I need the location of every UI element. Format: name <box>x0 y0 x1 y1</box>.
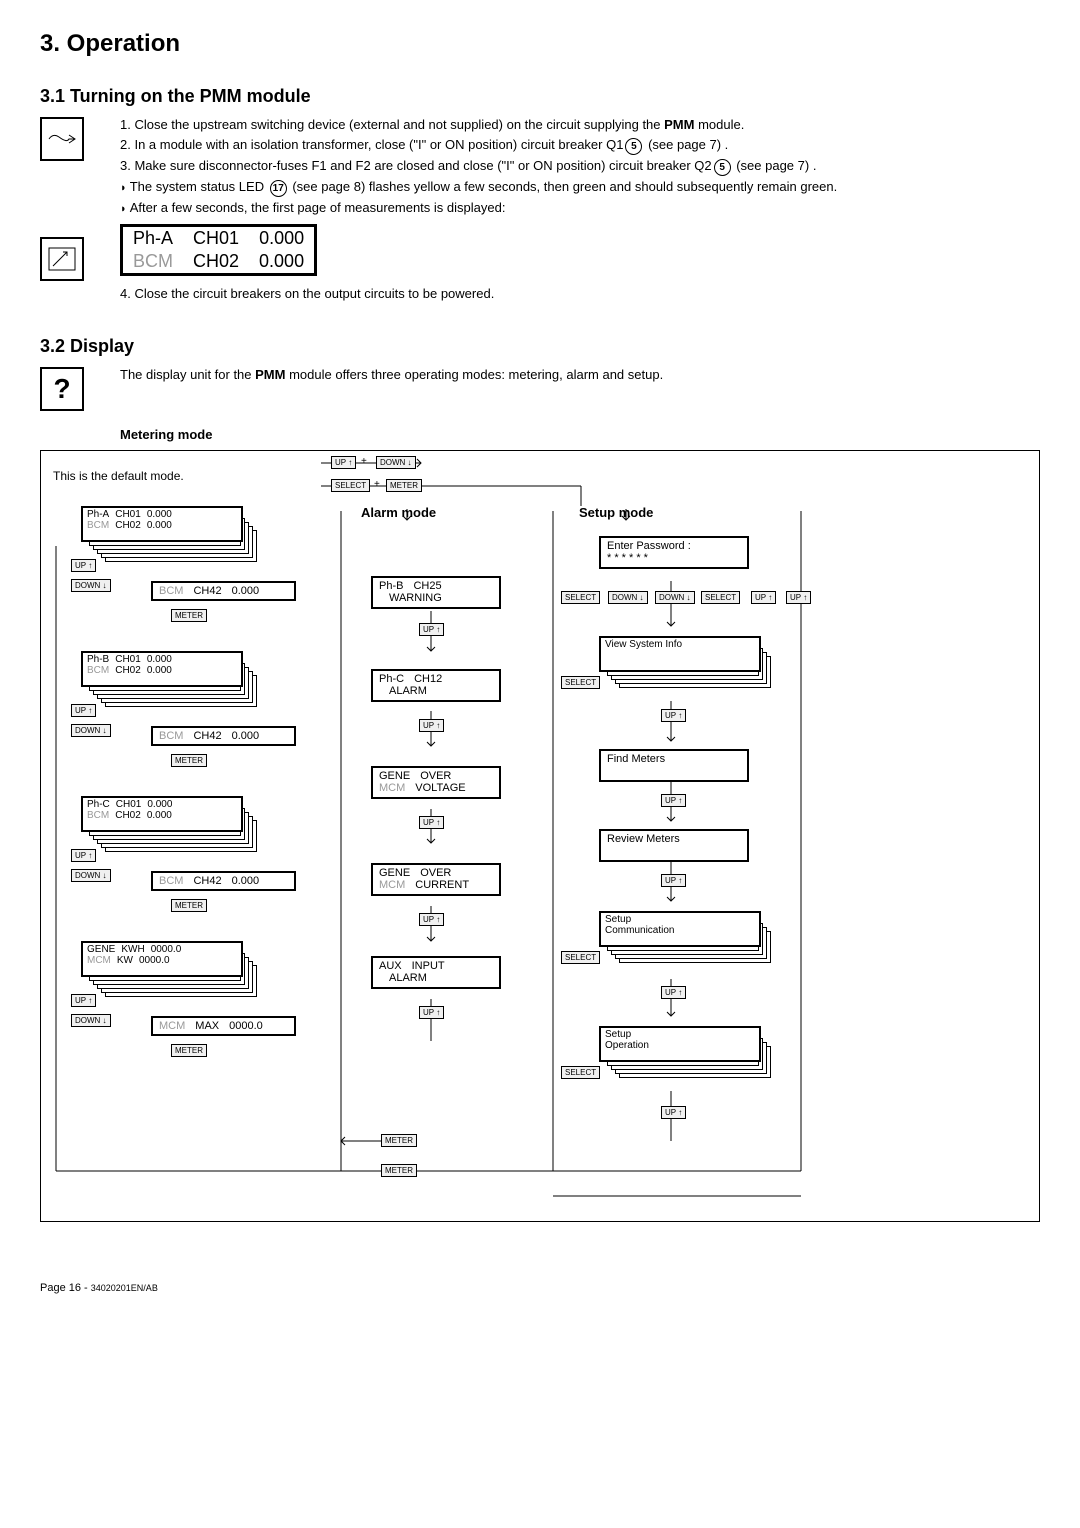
plus-label: + <box>374 479 380 490</box>
select-button: SELECT <box>561 1066 600 1079</box>
screen-metering-phb: Ph-BCH010.000 BCMCH020.000 <box>81 651 243 687</box>
screen-alarm-aux: AUXINPUT ALARM <box>371 956 501 989</box>
meter-button: METER <box>171 899 207 912</box>
screen-setup-reviewmeters: Review Meters <box>599 829 749 862</box>
setup-mode-label: Setup mode <box>579 505 653 520</box>
up-button: UP ↑ <box>751 591 776 604</box>
up-button: UP ↑ <box>661 986 686 999</box>
display-icon <box>40 237 84 281</box>
bullet-1: The system status LED 17 (see page 8) fl… <box>120 179 1040 197</box>
svg-text:?: ? <box>53 374 70 404</box>
up-button: UP ↑ <box>786 591 811 604</box>
up-button: UP ↑ <box>419 816 444 829</box>
select-button: SELECT <box>331 479 370 492</box>
section-3-2-heading: 3.2 Display <box>40 336 1040 357</box>
screen-setup-password: Enter Password : * * * * * * <box>599 536 749 569</box>
screen-setup-sysinfo: View System Info <box>599 636 761 672</box>
step-4: 4. Close the circuit breakers on the out… <box>120 286 1040 303</box>
screen-metering-gene: GENEKWH0000.0 MCMKW0000.0 <box>81 941 243 977</box>
up-button: UP ↑ <box>661 1106 686 1119</box>
step-1: 1. Close the upstream switching device (… <box>120 117 1040 134</box>
down-button: DOWN ↓ <box>376 456 416 469</box>
bullet-2: After a few seconds, the first page of m… <box>120 200 1040 217</box>
lcd-example: Ph-ACH010.000 BCMCH020.000 <box>120 224 317 276</box>
meter-button: METER <box>381 1164 417 1177</box>
metering-default-note: This is the default mode. <box>53 469 184 483</box>
alarm-mode-label: Alarm mode <box>361 505 436 520</box>
select-button: SELECT <box>561 951 600 964</box>
help-icon: ? <box>40 367 84 411</box>
screen-setup-comm: SetupCommunication <box>599 911 761 947</box>
screen-metering-phc-last: BCMCH420.000 <box>151 871 296 892</box>
up-button: UP ↑ <box>419 623 444 636</box>
screen-alarm-overvoltage: GENEOVER MCMVOLTAGE <box>371 766 501 799</box>
page-footer: Page 16 - 34020201EN/AB <box>40 1282 1040 1294</box>
up-button: UP ↑ <box>419 913 444 926</box>
select-button: SELECT <box>561 591 600 604</box>
plus-label: + <box>361 456 367 467</box>
note-icon <box>40 117 84 161</box>
down-button: DOWN ↓ <box>71 579 111 592</box>
screen-metering-gene-last: MCMMAX0000.0 <box>151 1016 296 1037</box>
up-button: UP ↑ <box>661 874 686 887</box>
meter-button: METER <box>171 609 207 622</box>
up-button: UP ↑ <box>661 794 686 807</box>
down-button: DOWN ↓ <box>71 724 111 737</box>
select-button: SELECT <box>561 676 600 689</box>
up-button: UP ↑ <box>71 994 96 1007</box>
meter-button: METER <box>171 1044 207 1057</box>
up-button: UP ↑ <box>419 719 444 732</box>
metering-mode-label: Metering mode <box>120 427 1040 442</box>
screen-alarm-alarm: Ph-CCH12 ALARM <box>371 669 501 702</box>
meter-button: METER <box>386 479 422 492</box>
up-button: UP ↑ <box>331 456 356 469</box>
meter-button: METER <box>381 1134 417 1147</box>
flow-diagram: This is the default mode. UP ↑ + DOWN ↓ … <box>40 450 1040 1222</box>
down-button: DOWN ↓ <box>71 1014 111 1027</box>
up-button: UP ↑ <box>419 1006 444 1019</box>
screen-setup-findmeters: Find Meters <box>599 749 749 782</box>
screen-metering-phb-last: BCMCH420.000 <box>151 726 296 747</box>
step-3: 3. Make sure disconnector-fuses F1 and F… <box>120 158 1040 176</box>
screen-metering-pha: Ph-ACH010.000 BCMCH020.000 <box>81 506 243 542</box>
select-button: SELECT <box>701 591 740 604</box>
down-button: DOWN ↓ <box>608 591 648 604</box>
screen-alarm-warning: Ph-BCH25 WARNING <box>371 576 501 609</box>
up-button: UP ↑ <box>71 559 96 572</box>
screen-metering-pha-last: BCMCH420.000 <box>151 581 296 602</box>
page-title: 3. Operation <box>40 30 1040 58</box>
up-button: UP ↑ <box>661 709 686 722</box>
down-button: DOWN ↓ <box>655 591 695 604</box>
screen-metering-phc: Ph-CCH010.000 BCMCH020.000 <box>81 796 243 832</box>
screen-setup-operation: SetupOperation <box>599 1026 761 1062</box>
meter-button: METER <box>171 754 207 767</box>
up-button: UP ↑ <box>71 704 96 717</box>
section-3-1-heading: 3.1 Turning on the PMM module <box>40 86 1040 107</box>
step-2: 2. In a module with an isolation transfo… <box>120 137 1040 155</box>
up-button: UP ↑ <box>71 849 96 862</box>
display-intro: The display unit for the PMM module offe… <box>120 367 1040 384</box>
screen-alarm-overcurrent: GENEOVER MCMCURRENT <box>371 863 501 896</box>
down-button: DOWN ↓ <box>71 869 111 882</box>
